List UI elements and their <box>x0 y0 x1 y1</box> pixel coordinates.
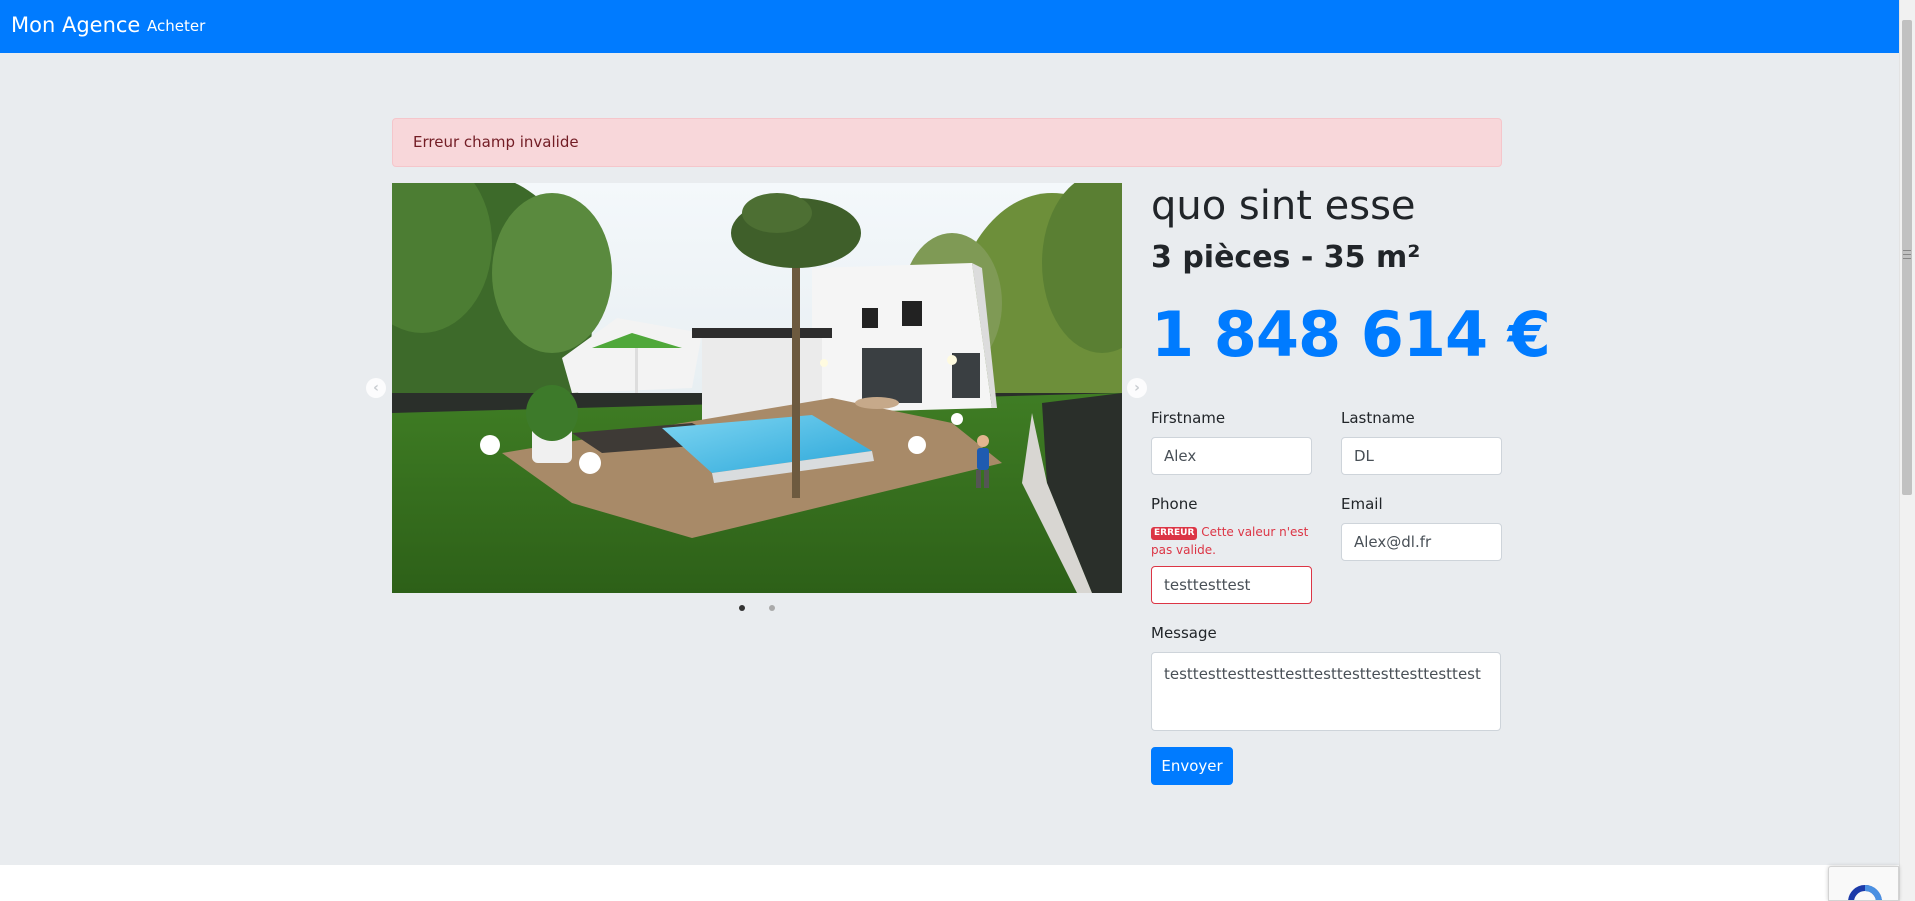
message-field[interactable]: testtesttesttesttesttesttesttesttesttest… <box>1151 652 1501 731</box>
recaptcha-badge[interactable] <box>1828 866 1899 901</box>
nav-link-acheter[interactable]: Acheter <box>147 17 205 35</box>
property-details: 3 pièces - 35 m² <box>1151 240 1421 275</box>
recaptcha-icon <box>1848 885 1882 900</box>
lastname-field[interactable] <box>1341 437 1502 475</box>
property-price: 1 848 614 € <box>1151 298 1551 371</box>
email-field[interactable] <box>1341 523 1502 561</box>
scrollbar-grip-icon <box>1903 250 1911 259</box>
property-carousel[interactable] <box>392 183 1122 593</box>
submit-button[interactable]: Envoyer <box>1151 747 1233 785</box>
carousel-next-button[interactable]: › <box>1127 378 1147 398</box>
error-alert: Erreur champ invalide <box>392 118 1502 167</box>
carousel-prev-button[interactable]: ‹ <box>366 378 386 398</box>
phone-error-message: ERREUR Cette valeur n'est pas valide. <box>1151 523 1321 559</box>
property-title: quo sint esse <box>1151 183 1416 229</box>
phone-label: Phone <box>1151 495 1198 513</box>
firstname-field[interactable] <box>1151 437 1312 475</box>
page-scrollbar[interactable] <box>1899 0 1915 901</box>
error-badge: ERREUR <box>1151 527 1198 540</box>
footer <box>0 865 1899 901</box>
brand-link[interactable]: Mon Agence <box>11 13 140 37</box>
carousel-indicator-1[interactable] <box>739 605 745 611</box>
chevron-right-icon: › <box>1134 380 1140 396</box>
email-label: Email <box>1341 495 1383 513</box>
lastname-label: Lastname <box>1341 409 1415 427</box>
navbar: Mon Agence Acheter <box>0 0 1899 53</box>
firstname-label: Firstname <box>1151 409 1226 427</box>
phone-field[interactable] <box>1151 566 1312 604</box>
message-label: Message <box>1151 624 1217 642</box>
chevron-left-icon: ‹ <box>373 380 379 396</box>
carousel-indicator-2[interactable] <box>769 605 775 611</box>
property-photo <box>392 183 1122 593</box>
